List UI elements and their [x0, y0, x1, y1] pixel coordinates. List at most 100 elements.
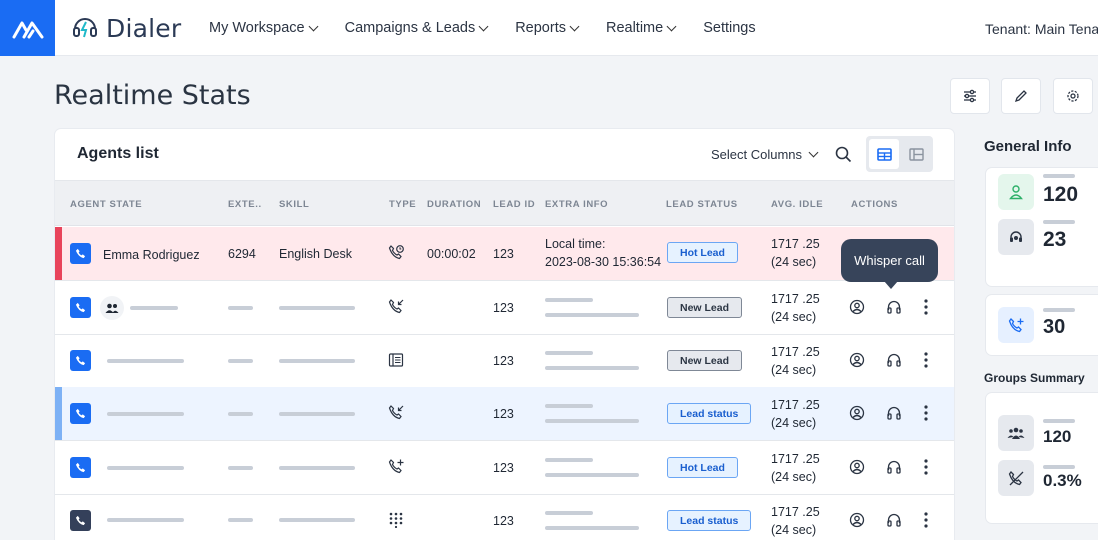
placeholder-bar — [1043, 220, 1075, 224]
lead-id: 123 — [493, 301, 514, 315]
view-agent-button[interactable] — [849, 512, 865, 528]
avg-idle-value: 1717 .25 — [771, 452, 820, 466]
placeholder-bar — [228, 359, 253, 363]
nav-label: Campaigns & Leads — [344, 20, 476, 36]
placeholder-bar — [1043, 308, 1075, 312]
edit-button[interactable] — [1001, 78, 1041, 114]
more-actions-button[interactable] — [923, 351, 929, 369]
nav-label: Reports — [515, 20, 566, 36]
headphones-icon — [887, 300, 901, 314]
placeholder-bar — [279, 306, 355, 310]
lead-id: 123 — [493, 514, 514, 528]
settings-button[interactable] — [1053, 78, 1093, 114]
col-extension[interactable]: EXTE.. — [228, 199, 262, 210]
view-agent-button[interactable] — [849, 299, 865, 315]
agents-list-title: Agents list — [77, 145, 159, 162]
whisper-call-button[interactable] — [886, 405, 902, 421]
chevron-down-icon — [569, 21, 580, 31]
row-accent — [55, 387, 62, 440]
more-actions-button[interactable] — [923, 458, 929, 476]
placeholder-bar — [545, 458, 593, 462]
col-agent-state[interactable]: AGENT STATE — [70, 199, 142, 210]
phone-missed-icon — [1008, 470, 1023, 485]
general-info-card: 120 23 — [986, 168, 1098, 286]
nav-campaigns-leads[interactable]: Campaigns & Leads — [344, 20, 489, 36]
agent-state-phone-icon — [70, 403, 91, 424]
avg-idle-sec: (24 sec) — [771, 416, 817, 430]
filter-button[interactable] — [950, 78, 990, 114]
general-info-title: General Info — [984, 138, 1072, 155]
placeholder-bar — [1043, 419, 1075, 423]
agents-stat-value: 120 — [1043, 183, 1079, 206]
lead-status-badge: Hot Lead — [667, 242, 738, 263]
card-view-button[interactable] — [901, 139, 931, 169]
nav-realtime[interactable]: Realtime — [606, 20, 677, 36]
more-actions-button[interactable] — [923, 298, 929, 316]
ledger-icon — [388, 353, 404, 367]
col-skill[interactable]: SKILL — [279, 199, 309, 210]
group-icon — [1007, 427, 1025, 439]
placeholder-bar — [107, 518, 184, 522]
placeholder-bar — [1043, 465, 1075, 469]
whisper-call-button[interactable] — [886, 459, 902, 475]
tenant-selector[interactable]: Tenant: Main Tenant — [985, 21, 1098, 37]
avg-idle-sec: (24 sec) — [771, 523, 817, 537]
search-button[interactable] — [835, 146, 852, 168]
user-icon — [1009, 185, 1023, 200]
extra-info-label: Local time: — [545, 237, 606, 251]
more-actions-button[interactable] — [923, 511, 929, 529]
placeholder-bar — [279, 359, 355, 363]
users-icon — [105, 303, 119, 313]
table-view-button[interactable] — [869, 139, 899, 169]
page-title: Realtime Stats — [54, 80, 251, 111]
nav-settings[interactable]: Settings — [703, 20, 755, 36]
table-view-icon — [876, 147, 892, 161]
agent-state-phone-icon — [70, 457, 91, 478]
col-type[interactable]: TYPE — [389, 199, 416, 210]
brand-name: Dialer — [106, 13, 182, 43]
row-accent — [55, 227, 62, 280]
table-row[interactable]: 123 Lead status 1717 .25 (24 sec) — [55, 494, 954, 540]
app-logo[interactable] — [0, 0, 55, 56]
headset-icon — [1010, 231, 1022, 242]
nav-my-workspace[interactable]: My Workspace — [209, 20, 319, 36]
table-row[interactable]: 123 Lead status 1717 .25 (24 sec) — [55, 387, 954, 441]
placeholder-bar — [545, 351, 593, 355]
table-row[interactable]: 123 New Lead 1717 .25 (24 sec) — [55, 334, 954, 388]
col-lead-id[interactable]: LEAD ID — [493, 199, 535, 210]
chevron-down-icon — [308, 21, 319, 31]
table-row[interactable]: Emma Rodriguez 6294 English Desk 00:00:0… — [55, 227, 954, 281]
placeholder-bar — [545, 366, 639, 370]
table-header: AGENT STATE EXTE.. SKILL TYPE DURATION L… — [55, 180, 954, 226]
col-avg-idle[interactable]: AVG. IDLE — [771, 199, 823, 210]
gear-icon — [1067, 90, 1079, 102]
placeholder-bar — [228, 518, 253, 522]
nav-reports[interactable]: Reports — [515, 20, 580, 36]
table-row[interactable]: 123 Hot Lead 1717 .25 (24 sec) — [55, 441, 954, 495]
placeholder-bar — [279, 412, 355, 416]
col-extra-info[interactable]: EXTRA INFO — [545, 199, 608, 210]
avg-idle-sec: (24 sec) — [771, 470, 817, 484]
view-agent-button[interactable] — [849, 459, 865, 475]
headset-logo-icon — [73, 18, 97, 38]
kebab-icon — [924, 512, 928, 528]
avg-idle-sec: (24 sec) — [771, 310, 817, 324]
view-agent-button[interactable] — [849, 352, 865, 368]
nav-label: My Workspace — [209, 20, 305, 36]
col-lead-status[interactable]: LEAD STATUS — [666, 199, 738, 210]
phone-clock-icon — [388, 245, 404, 260]
col-duration[interactable]: DURATION — [427, 199, 481, 210]
select-columns-dropdown[interactable]: Select Columns — [711, 147, 819, 162]
lead-status-badge: Lead status — [667, 403, 752, 424]
placeholder-bar — [545, 526, 639, 530]
more-actions-button[interactable] — [923, 404, 929, 422]
whisper-call-button[interactable] — [886, 299, 902, 315]
view-agent-button[interactable] — [849, 405, 865, 421]
placeholder-bar — [228, 466, 253, 470]
whisper-call-button[interactable] — [886, 512, 902, 528]
headset-stat-icon — [998, 219, 1034, 255]
table-row[interactable]: 123 New Lead 1717 .25 (24 sec) — [55, 281, 954, 335]
chevron-down-icon — [666, 21, 677, 31]
whisper-call-button[interactable] — [886, 352, 902, 368]
agent-skill: English Desk — [279, 247, 352, 261]
